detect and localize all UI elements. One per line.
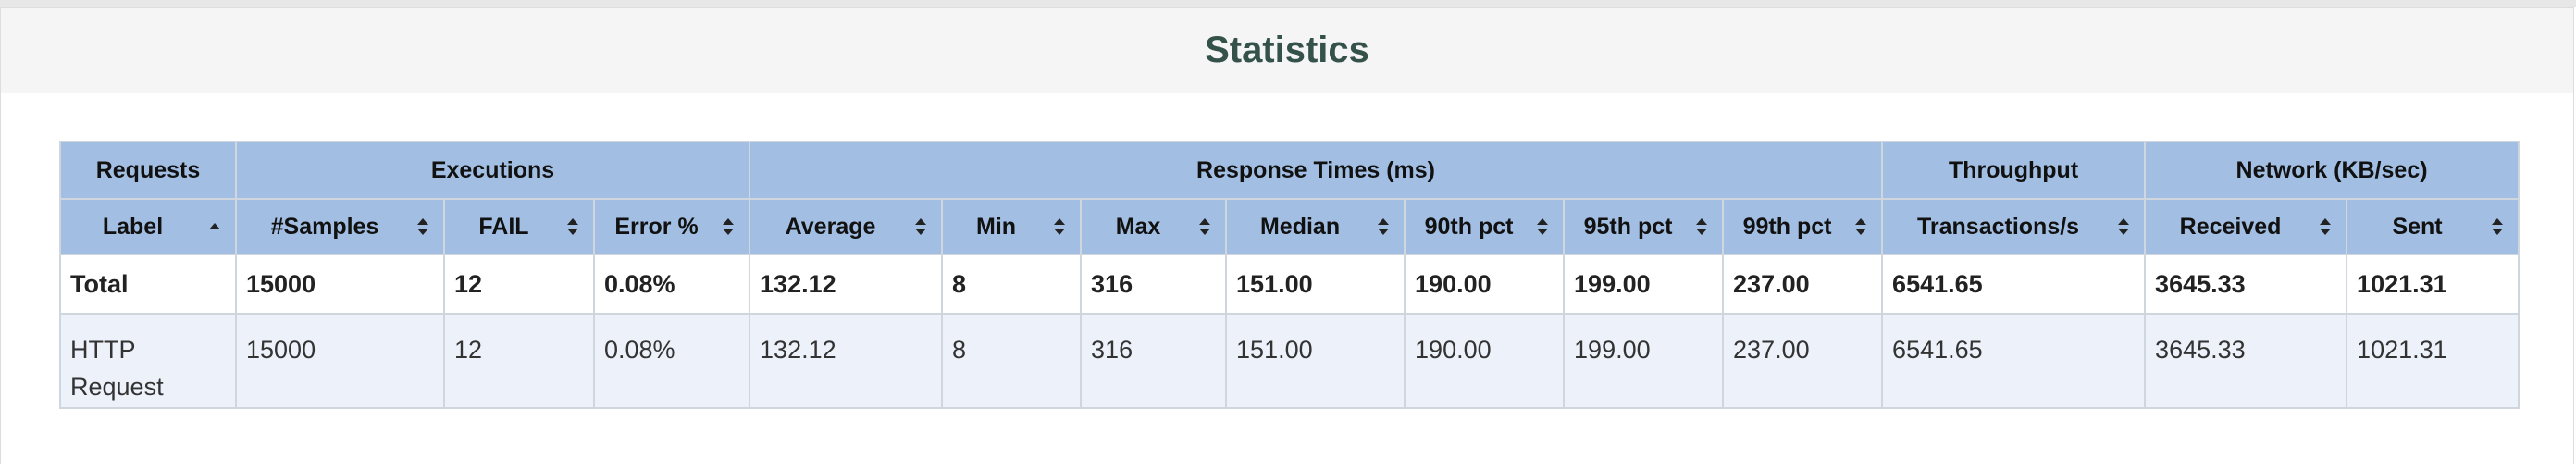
page-title: Statistics: [1205, 30, 1369, 70]
cell-error-pct: 0.08%: [592, 254, 751, 315]
sort-both-icon[interactable]: [1696, 216, 1708, 237]
cell-pct95: 199.00: [1563, 254, 1725, 315]
column-header-label: 90th pct: [1424, 213, 1514, 240]
cell-label: Total: [59, 254, 237, 315]
group-header-throughput: Throughput: [1881, 141, 2147, 200]
column-header-median[interactable]: Median: [1225, 198, 1406, 255]
sort-both-icon[interactable]: [567, 216, 578, 237]
cell-transactions-per-sec: 6541.65: [1881, 254, 2147, 315]
table-row-total: Total 15000 12 0.08% 132.12 8 316 151.00 190.00 1…: [59, 254, 2520, 315]
column-header-sent[interactable]: Sent: [2346, 198, 2520, 255]
cell-fail: 12: [443, 254, 595, 315]
column-header-min[interactable]: Min: [941, 198, 1083, 255]
cell-median: 151.00: [1225, 313, 1406, 409]
group-header-network: Network (KB/sec): [2144, 141, 2520, 200]
table-row: HTTP Request 15000 12 0.08% 132.12 8 316 151.00…: [59, 313, 2520, 409]
sort-both-icon[interactable]: [2320, 216, 2332, 237]
cell-error-pct: 0.08%: [592, 313, 751, 409]
cell-average: 132.12: [749, 313, 944, 409]
sort-both-icon[interactable]: [1537, 216, 1549, 237]
column-header-samples[interactable]: #Samples: [235, 198, 445, 255]
cell-sent: 1021.31: [2346, 313, 2520, 409]
column-header-transactions-per-sec[interactable]: Transactions/s: [1881, 198, 2147, 255]
cell-transactions-per-sec: 6541.65: [1881, 313, 2147, 409]
group-header-response-times: Response Times (ms): [749, 141, 1884, 200]
column-header-label: #Samples: [270, 213, 379, 240]
column-header-label: 99th pct: [1742, 213, 1832, 240]
cell-pct95: 199.00: [1563, 313, 1725, 409]
column-header-label: Error %: [614, 213, 699, 240]
column-header-error-pct[interactable]: Error %: [592, 198, 751, 255]
column-header-average[interactable]: Average: [749, 198, 944, 255]
column-header-received[interactable]: Received: [2144, 198, 2348, 255]
cell-pct90: 190.00: [1404, 254, 1566, 315]
column-header-max[interactable]: Max: [1080, 198, 1228, 255]
cell-received: 3645.33: [2144, 313, 2348, 409]
cell-median: 151.00: [1225, 254, 1406, 315]
cell-pct99: 237.00: [1722, 254, 1884, 315]
column-header-pct99[interactable]: 99th pct: [1722, 198, 1884, 255]
cell-min: 8: [941, 254, 1083, 315]
cell-max: 316: [1080, 313, 1228, 409]
statistics-table: Requests Executions Response Times (ms) …: [59, 141, 2520, 409]
panel-heading: Statistics: [1, 8, 2573, 93]
sort-both-icon[interactable]: [1855, 216, 1867, 237]
cell-sent: 1021.31: [2346, 254, 2520, 315]
column-header-label: Sent: [2392, 213, 2443, 240]
sort-both-icon[interactable]: [417, 216, 428, 237]
cell-label: HTTP Request: [59, 313, 237, 409]
column-header-label[interactable]: Label: [59, 198, 237, 255]
cell-pct99: 237.00: [1722, 313, 1884, 409]
column-header-row: Label #Samples FAIL Error % Average Min Max Med…: [59, 198, 2520, 255]
sort-both-icon[interactable]: [1199, 216, 1211, 237]
sort-both-icon[interactable]: [2492, 216, 2504, 237]
sort-ascending-icon[interactable]: [209, 216, 220, 237]
cell-average: 132.12: [749, 254, 944, 315]
group-header-requests: Requests: [59, 141, 237, 200]
cell-min: 8: [941, 313, 1083, 409]
column-header-fail[interactable]: FAIL: [443, 198, 595, 255]
group-header-row: Requests Executions Response Times (ms) …: [59, 141, 2520, 200]
cell-samples: 15000: [235, 313, 445, 409]
column-header-pct90[interactable]: 90th pct: [1404, 198, 1566, 255]
column-header-label: Transactions/s: [1917, 213, 2080, 240]
column-header-label: 95th pct: [1583, 213, 1673, 240]
column-header-label: FAIL: [478, 213, 529, 240]
top-strip: [0, 0, 2576, 7]
cell-fail: 12: [443, 313, 595, 409]
column-header-label: Received: [2179, 213, 2282, 240]
cell-received: 3645.33: [2144, 254, 2348, 315]
sort-both-icon[interactable]: [1378, 216, 1390, 237]
cell-max: 316: [1080, 254, 1228, 315]
sort-both-icon[interactable]: [915, 216, 927, 237]
cell-pct90: 190.00: [1404, 313, 1566, 409]
statistics-panel: Statistics Requests Executions Response …: [0, 7, 2574, 464]
cell-samples: 15000: [235, 254, 445, 315]
column-header-label: Max: [1115, 213, 1161, 240]
column-header-label: Label: [102, 213, 164, 240]
sort-both-icon[interactable]: [723, 216, 735, 237]
column-header-label: Min: [976, 213, 1017, 240]
sort-both-icon[interactable]: [1054, 216, 1066, 237]
column-header-pct95[interactable]: 95th pct: [1563, 198, 1725, 255]
column-header-label: Median: [1259, 213, 1341, 240]
sort-both-icon[interactable]: [2118, 216, 2130, 237]
group-header-executions: Executions: [234, 141, 751, 200]
column-header-label: Average: [785, 213, 876, 240]
